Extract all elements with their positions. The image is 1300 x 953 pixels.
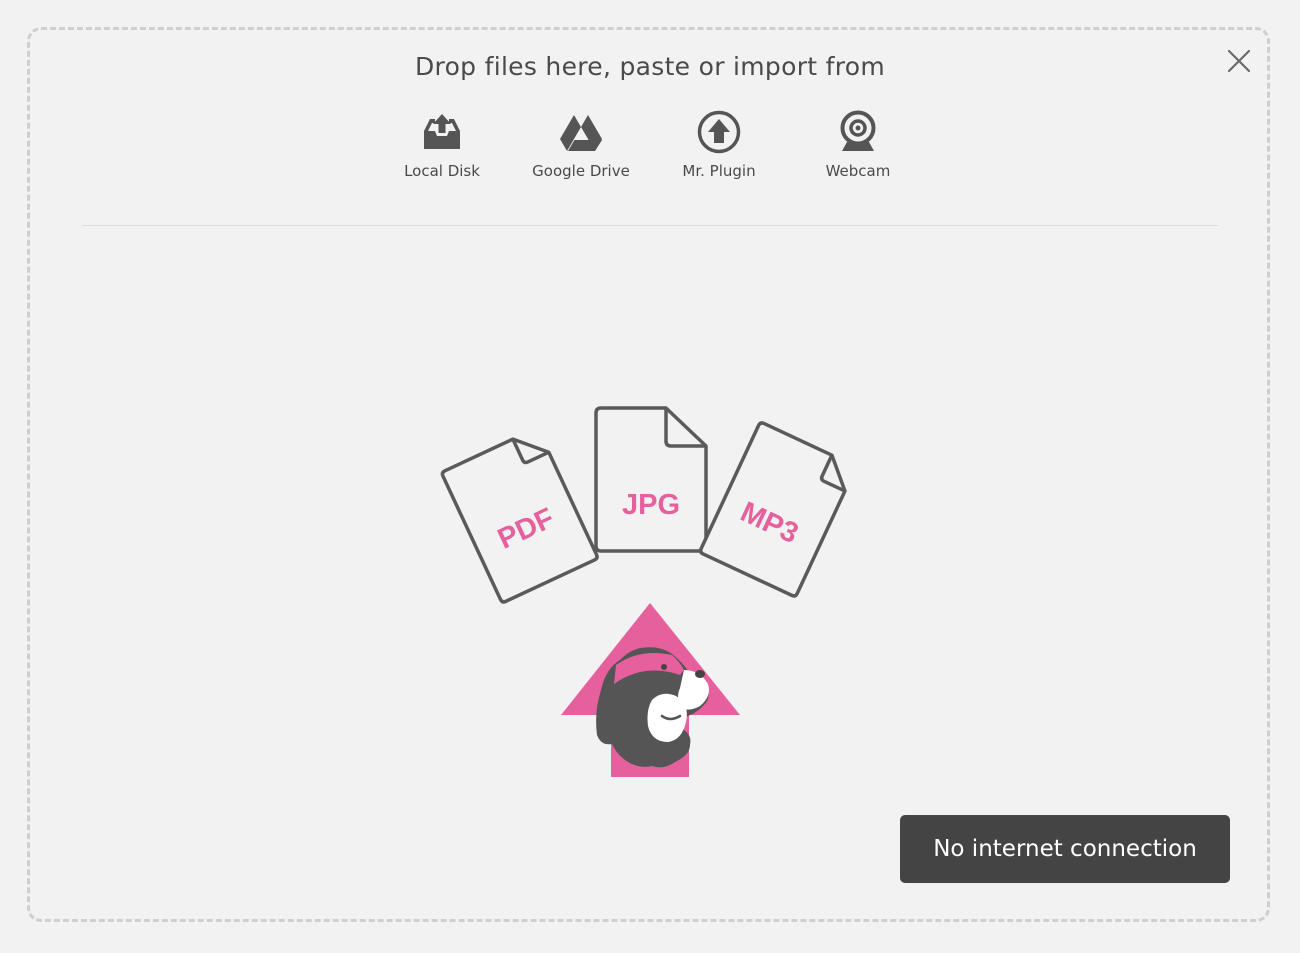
jpg-file-icon: JPG xyxy=(594,406,708,553)
source-label: Google Drive xyxy=(532,162,630,180)
mp3-file-icon: MP3 xyxy=(698,421,847,598)
source-mr-plugin[interactable]: Mr. Plugin xyxy=(654,108,784,180)
source-label: Webcam xyxy=(825,162,891,180)
upload-modal: Drop files here, paste or import from Lo… xyxy=(0,0,1300,953)
import-sources: Local Disk Google Drive Mr. Plugin Webca… xyxy=(0,108,1300,188)
google-drive-icon xyxy=(560,115,602,151)
page-title: Drop files here, paste or import from xyxy=(415,52,885,81)
source-local-disk[interactable]: Local Disk xyxy=(377,108,507,180)
source-google-drive[interactable]: Google Drive xyxy=(516,108,646,180)
jpg-label: JPG xyxy=(622,489,680,521)
webcam-icon xyxy=(840,110,876,151)
upload-circle-icon xyxy=(697,110,741,154)
source-webcam[interactable]: Webcam xyxy=(793,108,923,180)
source-label: Local Disk xyxy=(404,162,480,180)
divider xyxy=(82,225,1218,226)
source-label: Mr. Plugin xyxy=(682,162,756,180)
drop-files-illustration: PDF JPG MP3 xyxy=(440,406,847,777)
inbox-upload-icon xyxy=(424,114,460,149)
pdf-file-icon: PDF xyxy=(440,437,599,604)
offline-toast: No internet connection xyxy=(900,815,1230,883)
